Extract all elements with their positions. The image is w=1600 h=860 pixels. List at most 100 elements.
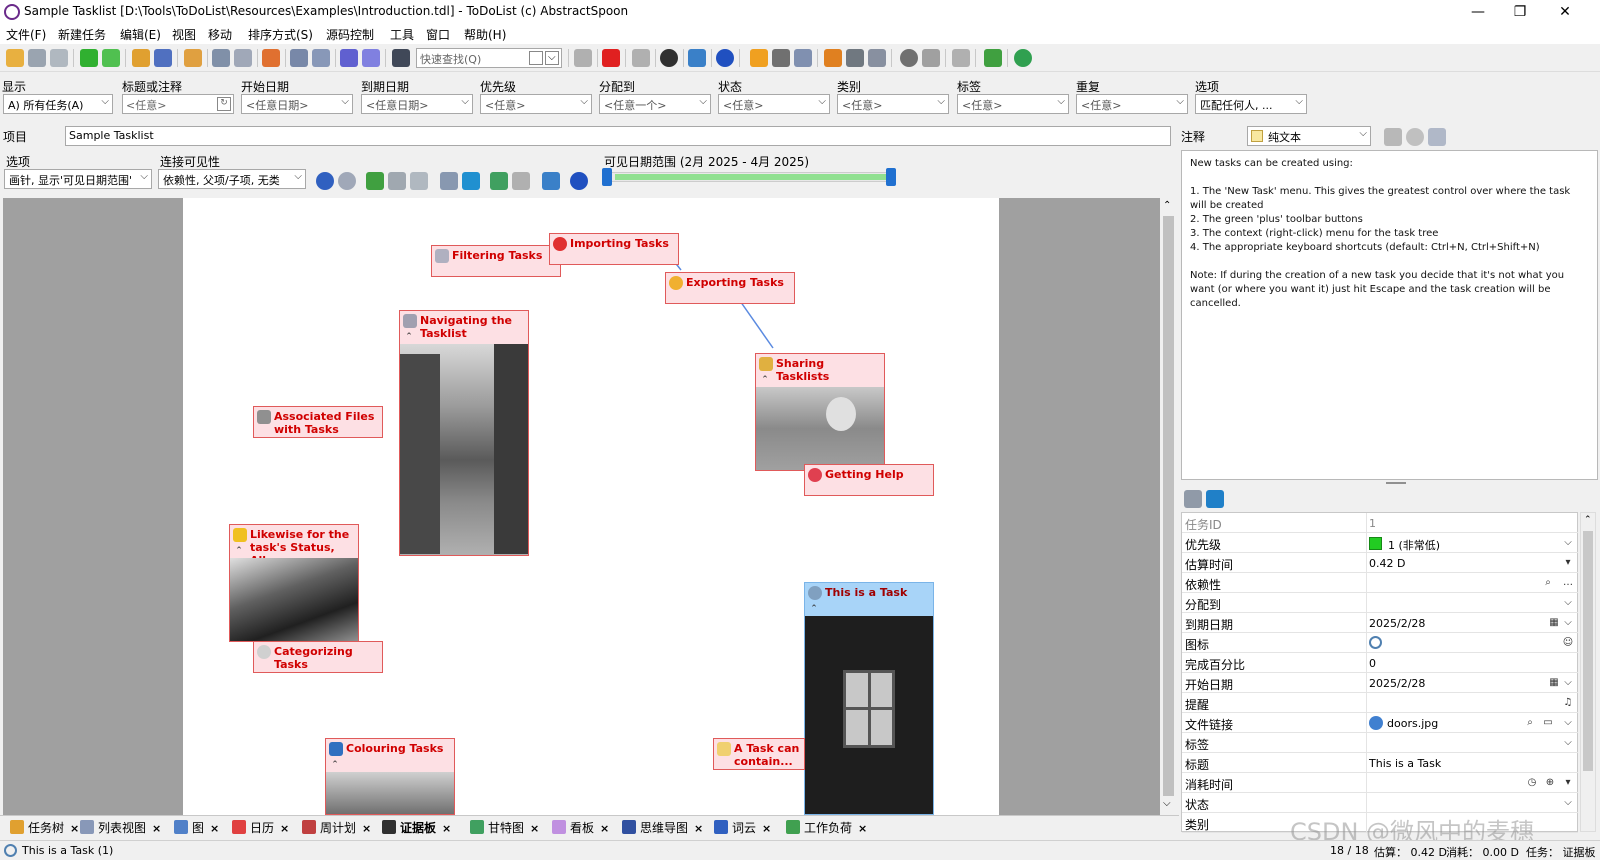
card-navigating-tasklist[interactable]: Navigating the Tasklist ⌃ (399, 310, 529, 556)
new-task-icon[interactable] (80, 49, 98, 67)
dropdown-arrow-icon[interactable]: ▾ (1560, 775, 1576, 791)
card-importing-tasks[interactable]: Importing Tasks (549, 233, 679, 265)
chevron-down-icon[interactable]: ⌵ (1560, 715, 1576, 731)
collapse-icon[interactable]: ⌃ (329, 759, 341, 771)
zoom-out-icon[interactable] (338, 172, 356, 190)
collapse-icon[interactable]: ⌃ (759, 374, 771, 386)
close-icon[interactable]: × (70, 822, 79, 835)
visibility-combo[interactable]: 依赖性, 父项/子项, 无类 ⌵ (158, 169, 306, 189)
board-settings-icon[interactable] (542, 172, 560, 190)
card-this-is-a-task[interactable]: This is a Task ⌃ (804, 582, 934, 815)
close-icon[interactable]: × (362, 822, 371, 835)
close-icon[interactable]: × (530, 822, 539, 835)
star-icon[interactable] (750, 49, 768, 67)
folder-icon[interactable]: ▭ (1540, 715, 1556, 731)
save-icon[interactable] (28, 49, 46, 67)
filter-assigned-combo[interactable]: <任意一个> ⌵ (599, 94, 711, 114)
filter-start-combo[interactable]: <任意日期> ⌵ (241, 94, 353, 114)
notes-editor[interactable]: New tasks can be created using: 1. The '… (1181, 150, 1598, 480)
card-likewise-status[interactable]: Likewise for the task's Status, Alloc ⌃ (229, 524, 359, 642)
email-icon[interactable] (794, 49, 812, 67)
globe-icon[interactable] (1014, 49, 1032, 67)
find-icon[interactable] (392, 49, 410, 67)
board-page[interactable]: Filtering Tasks Importing Tasks Exportin… (183, 198, 999, 815)
archive-icon[interactable] (952, 49, 970, 67)
view-options-combo[interactable]: 画针, 显示'可见日期范围' ⌵ (4, 169, 152, 189)
menu-new-task[interactable]: 新建任务 (58, 26, 106, 43)
notes-format-combo[interactable]: 纯文本 ⌵ (1247, 126, 1371, 146)
settings-icon[interactable] (688, 49, 706, 67)
splitter-handle[interactable] (1386, 482, 1406, 484)
chevron-down-icon[interactable]: ⌵ (1560, 615, 1576, 631)
search-icon[interactable]: ⌕ (1522, 715, 1538, 731)
comments-icon[interactable] (154, 49, 172, 67)
range-end-handle[interactable] (886, 168, 896, 186)
tab-week-planner[interactable]: 周计划 × (302, 819, 371, 836)
evidence-board-canvas[interactable]: Filtering Tasks Importing Tasks Exportin… (3, 198, 1177, 815)
card-colouring-tasks[interactable]: Colouring Tasks ⌃ (325, 738, 455, 815)
tab-word-cloud[interactable]: 词云 × (714, 819, 771, 836)
expand-icon[interactable] (290, 49, 308, 67)
filter-priority-combo[interactable]: <任意> ⌵ (480, 94, 592, 114)
menu-edit[interactable]: 编辑(E) (120, 26, 161, 43)
image-remove-icon[interactable] (512, 172, 530, 190)
yin-yang-icon[interactable] (660, 49, 678, 67)
prop-row-status[interactable]: 状态 ⌵ (1182, 793, 1578, 813)
zoom-in-icon[interactable] (316, 172, 334, 190)
tab-mind-map[interactable]: 思维导图 × (622, 819, 703, 836)
scroll-down-icon[interactable]: ⌵ (1163, 798, 1171, 809)
properties-sort-icon[interactable] (1206, 490, 1224, 508)
close-icon[interactable]: × (600, 822, 609, 835)
close-button[interactable]: ✕ (1545, 2, 1585, 22)
add-connection-icon[interactable] (366, 172, 384, 190)
prop-row-estimate[interactable]: 估算时间 0.42 D ▾ (1182, 553, 1578, 573)
close-icon[interactable]: × (280, 822, 289, 835)
bell-icon[interactable]: ♫ (1560, 695, 1576, 711)
notes-clock-icon[interactable] (1406, 128, 1424, 146)
restore-button[interactable]: ❐ (1500, 2, 1540, 22)
find-prev-icon[interactable] (529, 51, 543, 65)
board-scrollbar[interactable]: ⌃ ⌵ (1160, 198, 1177, 815)
tab-task-tree[interactable]: 任务树 × (10, 819, 79, 836)
close-icon[interactable]: × (762, 822, 771, 835)
lightning-icon[interactable] (922, 49, 940, 67)
new-subtask-icon[interactable] (102, 49, 120, 67)
prop-row-percent[interactable]: 完成百分比 0 (1182, 653, 1578, 673)
filter-status-combo[interactable]: <任意> ⌵ (718, 94, 830, 114)
tab-evidence-board[interactable]: 证据板 × (382, 819, 451, 836)
card-getting-help[interactable]: Getting Help (804, 464, 934, 496)
close-icon[interactable]: × (152, 822, 161, 835)
prop-row-title[interactable]: 标题 This is a Task (1182, 753, 1578, 773)
collapse-icon[interactable]: ⌃ (403, 331, 415, 343)
image-icon[interactable] (490, 172, 508, 190)
dropdown-arrow-icon[interactable]: ▾ (1560, 555, 1576, 571)
prop-row-tags[interactable]: 标签 ⌵ (1182, 733, 1578, 753)
quick-find-input[interactable]: 快速查找(Q) (416, 48, 562, 68)
menu-window[interactable]: 窗口 (426, 26, 450, 43)
tab-calendar[interactable]: 日历 × (232, 819, 289, 836)
card-associated-files[interactable]: Associated Files with Tasks (253, 406, 383, 438)
card-exporting-tasks[interactable]: Exporting Tasks (665, 272, 795, 304)
prop-row-assigned[interactable]: 分配到 ⌵ (1182, 593, 1578, 613)
minimize-button[interactable]: — (1458, 2, 1498, 22)
menu-help[interactable]: 帮助(H) (464, 26, 506, 43)
prop-row-dependency[interactable]: 依赖性 ⌕… (1182, 573, 1578, 593)
tab-kanban[interactable]: 看板 × (552, 819, 609, 836)
menu-tools[interactable]: 工具 (390, 26, 414, 43)
menu-file[interactable]: 文件(F) (6, 26, 46, 43)
more-icon[interactable]: … (1560, 575, 1576, 591)
check-icon[interactable] (868, 49, 886, 67)
filter-tag-combo[interactable]: <任意> ⌵ (957, 94, 1069, 114)
close-icon[interactable]: × (858, 822, 867, 835)
quick-find-dropdown-icon[interactable]: ⌵ (548, 52, 556, 63)
prop-row-start-date[interactable]: 开始日期 2025/2/28 ▦ ⌵ (1182, 673, 1578, 693)
collapse-icon[interactable]: ⌃ (233, 545, 245, 557)
move-up-icon[interactable] (574, 49, 592, 67)
close-icon[interactable]: × (694, 822, 703, 835)
prop-row-time-spent[interactable]: 消耗时间 ◷ ⊕ ▾ (1182, 773, 1578, 793)
flag-icon[interactable] (824, 49, 842, 67)
cancel-icon[interactable] (900, 49, 918, 67)
scroll-up-icon[interactable]: ⌃ (1163, 200, 1171, 211)
tab-list-view[interactable]: 列表视图 × (80, 819, 161, 836)
properties-list-icon[interactable] (1184, 490, 1202, 508)
